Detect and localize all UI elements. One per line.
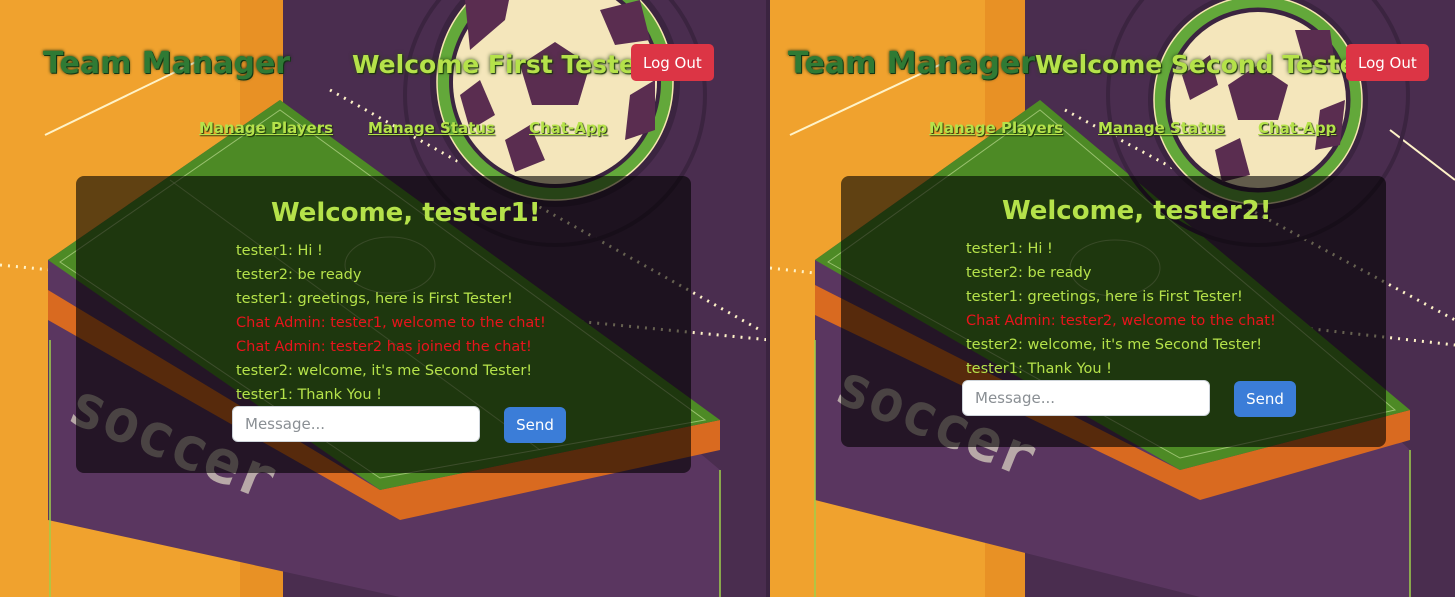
- nav-chat-app[interactable]: Chat-App: [529, 119, 607, 137]
- chat-box: Welcome, tester2! tester1: Hi ! tester2:…: [841, 176, 1386, 447]
- chat-message: tester2: welcome, it's me Second Tester!: [966, 337, 1263, 353]
- admin-message: Chat Admin: tester2 has joined the chat!: [236, 339, 532, 355]
- nav-manage-players[interactable]: Manage Players: [199, 119, 333, 137]
- message-list: tester1: Hi ! tester2: be ready tester1:…: [236, 239, 546, 407]
- app-brand-title: Team Manager: [43, 46, 291, 81]
- chat-message: tester1: Hi !: [236, 243, 323, 259]
- message-input[interactable]: [232, 406, 480, 442]
- admin-message: Chat Admin: tester1, welcome to the chat…: [236, 315, 546, 331]
- chat-message: tester2: welcome, it's me Second Tester!: [236, 363, 533, 379]
- nav-manage-status[interactable]: Manage Status: [368, 119, 495, 137]
- welcome-user-title: Welcome First Tester: [352, 50, 649, 79]
- app-brand-title: Team Manager: [788, 46, 1036, 81]
- chat-box: Welcome, tester1! tester1: Hi ! tester2:…: [76, 176, 691, 473]
- welcome-user-title: Welcome Second Tester: [1035, 50, 1370, 79]
- chat-message: tester1: Thank You !: [236, 387, 382, 403]
- chat-message: tester2: be ready: [966, 265, 1092, 281]
- chat-welcome-heading: Welcome, tester2!: [1002, 196, 1272, 226]
- message-list: tester1: Hi ! tester2: be ready tester1:…: [966, 237, 1276, 381]
- nav-chat-app[interactable]: Chat-App: [1258, 119, 1336, 137]
- chat-message: tester1: Thank You !: [966, 361, 1112, 377]
- chat-window-tester1: soccer Team Manager Welcome First Tester…: [0, 0, 770, 597]
- message-input[interactable]: [962, 380, 1210, 416]
- admin-message: Chat Admin: tester2, welcome to the chat…: [966, 313, 1276, 329]
- nav-manage-players[interactable]: Manage Players: [929, 119, 1063, 137]
- logout-button[interactable]: Log Out: [1346, 44, 1429, 81]
- logout-button[interactable]: Log Out: [631, 44, 714, 81]
- chat-message: tester1: greetings, here is First Tester…: [236, 291, 513, 307]
- chat-message: tester2: be ready: [236, 267, 362, 283]
- send-button[interactable]: Send: [1234, 381, 1296, 417]
- chat-message: tester1: Hi !: [966, 241, 1053, 257]
- chat-message: tester1: greetings, here is First Tester…: [966, 289, 1243, 305]
- chat-welcome-heading: Welcome, tester1!: [271, 198, 541, 228]
- nav-manage-status[interactable]: Manage Status: [1098, 119, 1225, 137]
- chat-window-tester2: soccer Team Manager Welcome Second Teste…: [770, 0, 1455, 597]
- send-button[interactable]: Send: [504, 407, 566, 443]
